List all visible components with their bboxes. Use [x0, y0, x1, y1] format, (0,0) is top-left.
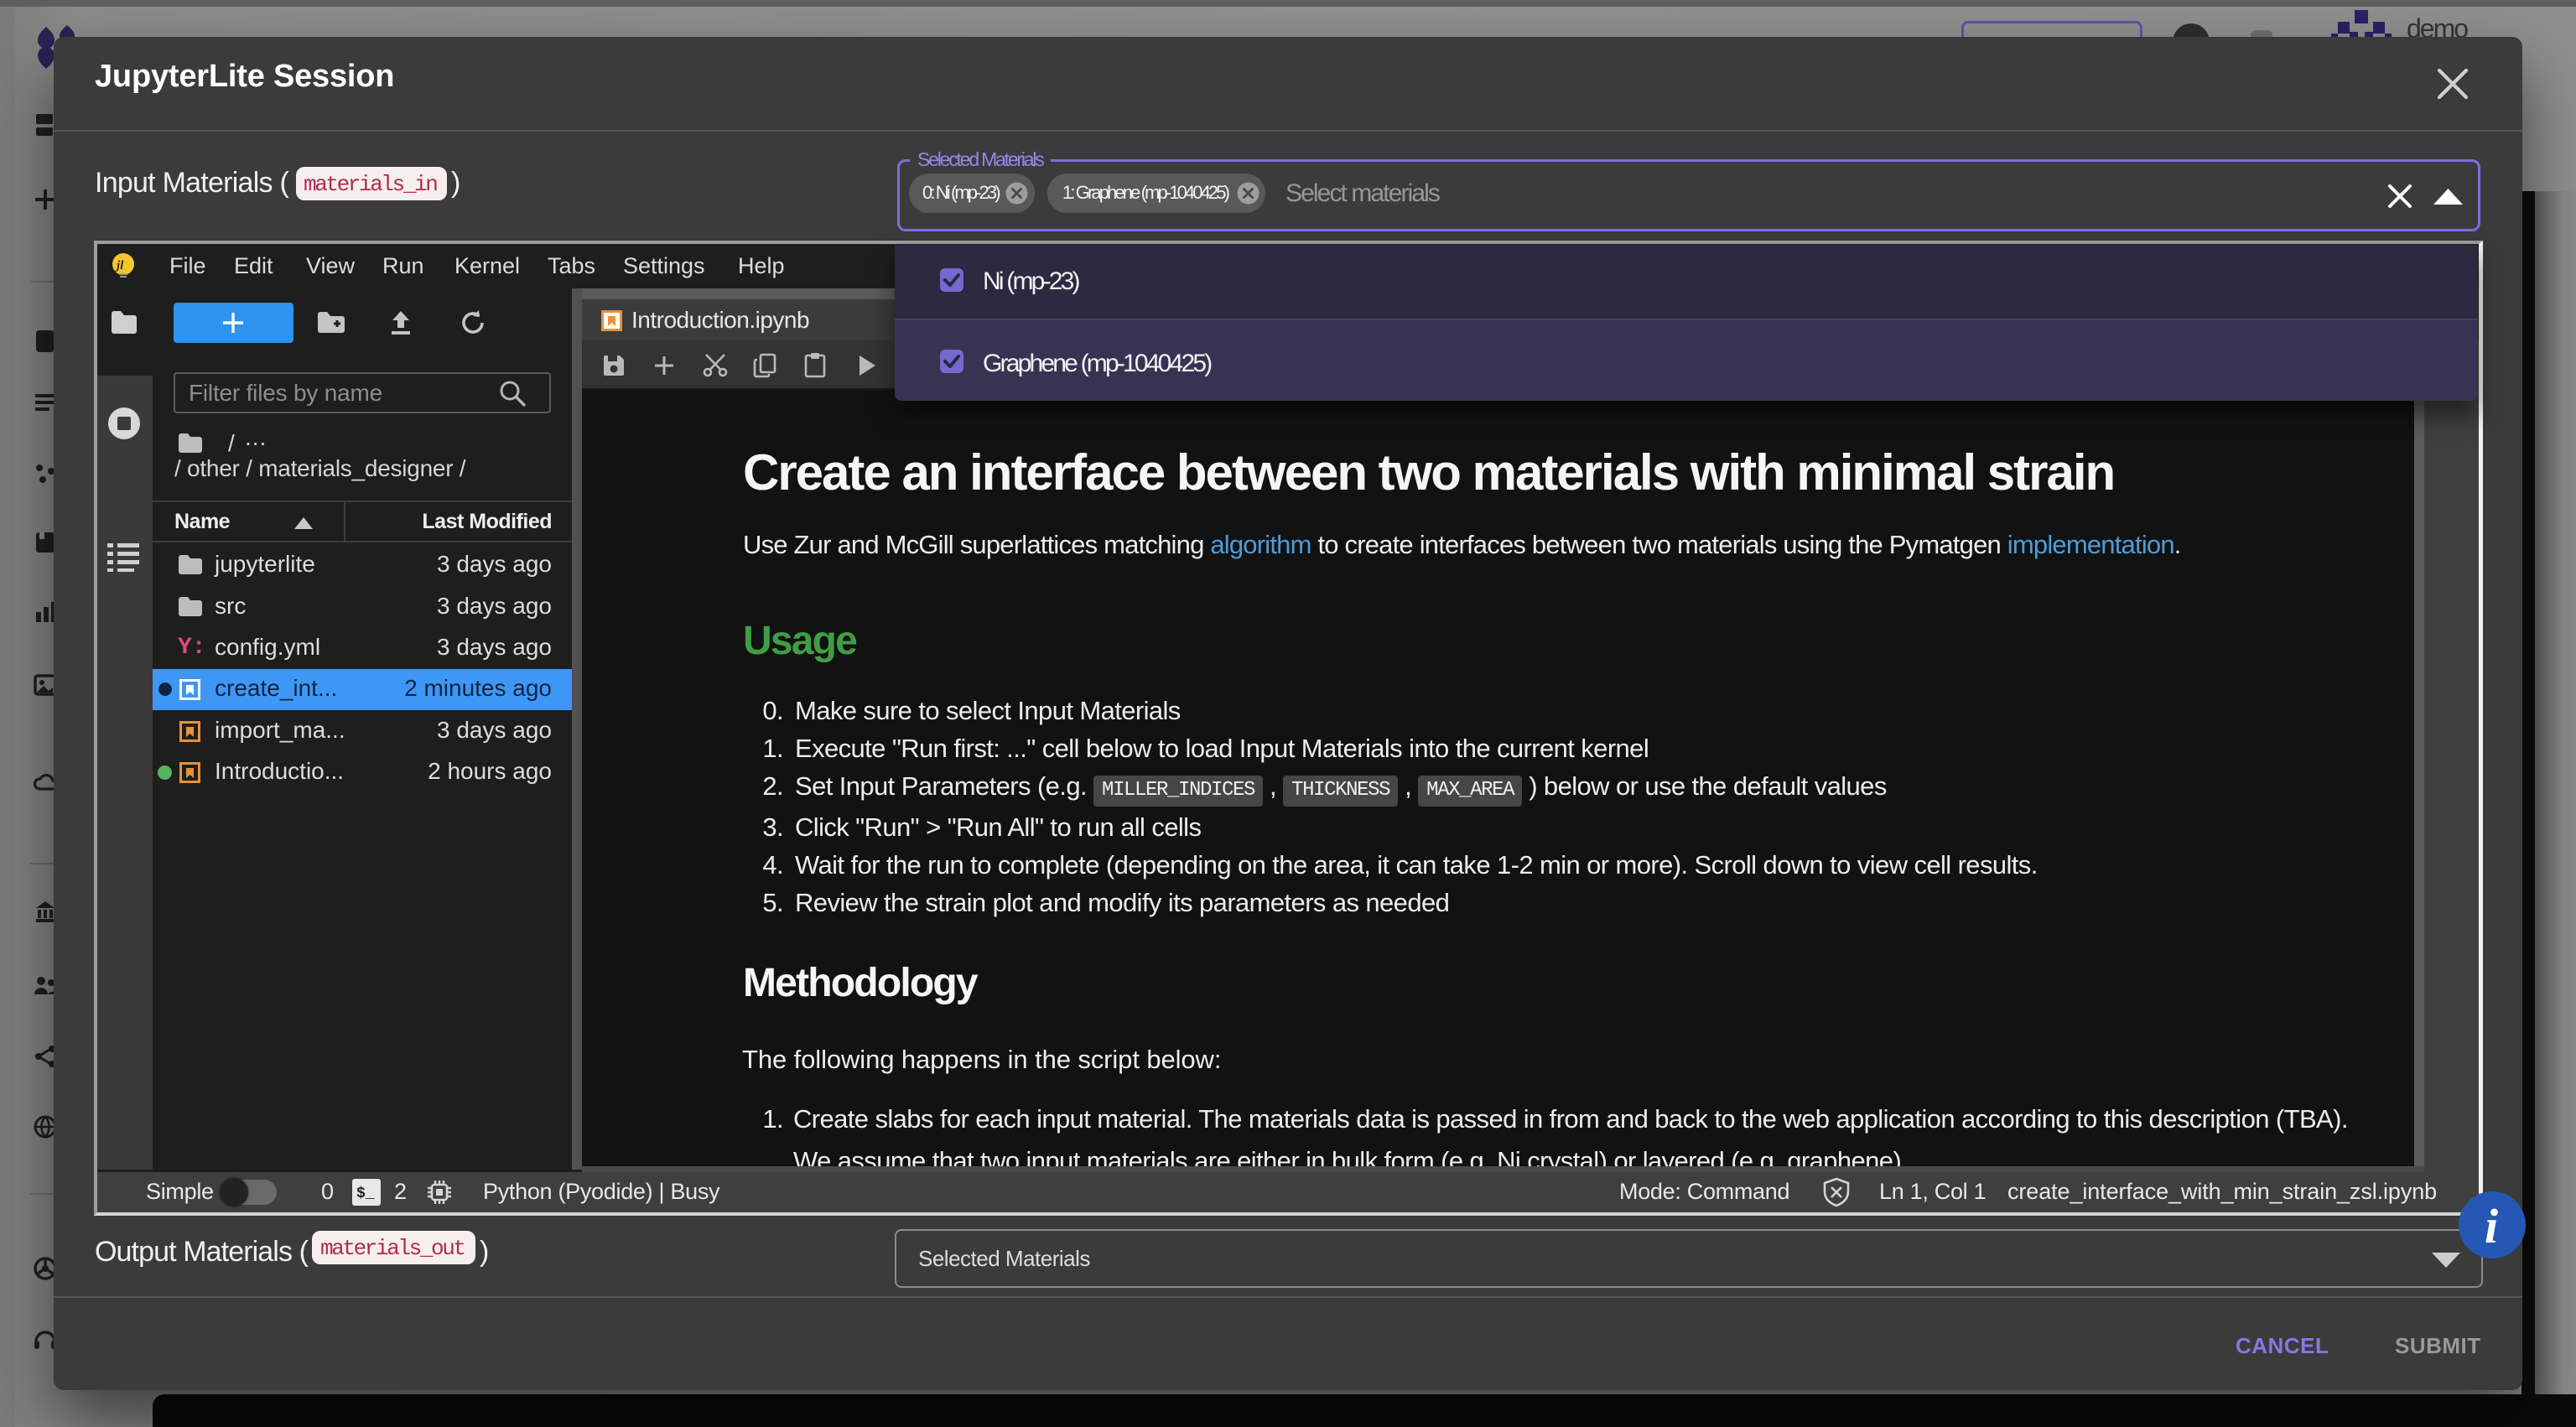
svg-text:$_: $_ [356, 1186, 375, 1202]
